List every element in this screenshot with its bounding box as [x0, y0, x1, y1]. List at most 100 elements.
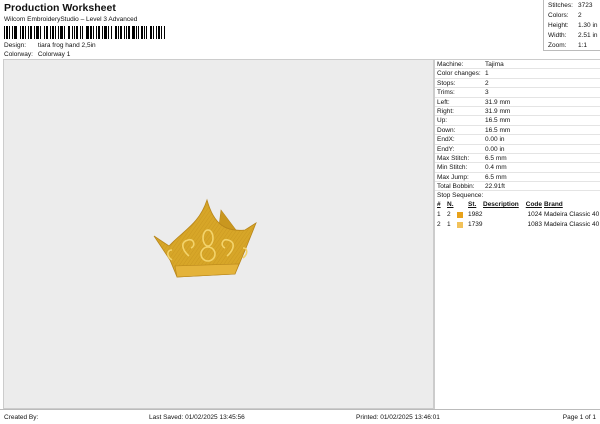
barcode-bar — [102, 26, 103, 39]
barcode-bar — [68, 26, 70, 39]
barcode-bar — [158, 26, 160, 39]
info-row: Trims: 3 — [435, 88, 600, 98]
info-label: Max Stitch: — [437, 154, 470, 162]
info-value: 1 — [485, 70, 489, 78]
printed-date: Printed: 01/02/2025 13:46:01 — [356, 414, 440, 421]
info-label: Down: — [437, 126, 456, 134]
barcode-bar — [90, 26, 92, 39]
barcode-bar — [150, 26, 152, 39]
barcode-bar — [50, 26, 51, 39]
stop-num: 1 — [437, 211, 441, 219]
stat-row: Stitches: 3723 — [548, 2, 600, 12]
barcode-bar — [72, 26, 73, 39]
color-swatch-cell — [457, 210, 468, 220]
page-number: Page 1 of 1 — [562, 414, 596, 421]
barcode-bar — [22, 26, 24, 39]
stop-sequence-header: # N. St. Description Code Brand — [435, 200, 600, 210]
info-row: Up: 16.5 mm — [435, 116, 600, 126]
barcode-bar — [144, 26, 145, 39]
stat-row: Zoom: 1:1 — [548, 42, 600, 52]
stat-label: Height: — [548, 22, 569, 29]
info-label: Right: — [437, 107, 454, 115]
barcode-bar — [98, 26, 100, 39]
col-header: # — [437, 201, 441, 209]
design-label: Design: — [4, 42, 27, 49]
barcode-bar — [30, 26, 32, 39]
info-row: EndY: 0.00 in — [435, 145, 600, 154]
info-row: Stops: 2 — [435, 79, 600, 89]
barcode-bar — [58, 26, 59, 39]
info-value: 31.9 mm — [485, 98, 511, 106]
barcode-bar — [52, 26, 54, 39]
stat-row: Height: 1.30 in — [548, 22, 600, 32]
barcode-bar — [9, 26, 10, 39]
barcode-bar — [161, 26, 162, 39]
barcode-bar — [40, 26, 41, 39]
barcode-bar — [74, 26, 75, 39]
info-label: Machine: — [437, 61, 464, 68]
colorway-line: Colorway: Colorway 1 — [4, 51, 70, 58]
created-by: Created By: — [4, 414, 39, 421]
barcode-bar — [20, 26, 21, 39]
color-swatch — [457, 211, 463, 218]
info-value: 6.5 mm — [485, 173, 507, 181]
barcode-bar — [153, 26, 154, 39]
design-preview — [3, 59, 434, 409]
barcode-bar — [46, 26, 48, 39]
barcode-bar — [86, 26, 89, 39]
barcode-bar — [164, 26, 165, 39]
col-header: N. — [447, 201, 454, 209]
stat-value: 1:1 — [578, 42, 588, 49]
barcode-bar — [104, 26, 107, 39]
design-line: Design: tiara frog hand 2,5in — [4, 42, 96, 49]
design-value: tiara frog hand 2,5in — [37, 42, 96, 49]
col-header — [457, 200, 468, 210]
barcode-bar — [4, 26, 5, 39]
info-row: Min Stitch: 0.4 mm — [435, 163, 600, 173]
barcode-bar — [126, 26, 127, 39]
info-row: Left: 31.9 mm — [435, 98, 600, 107]
barcode-bar — [36, 26, 39, 39]
stitch-count: 1982 — [468, 211, 483, 219]
stat-row: Colors: 2 — [548, 12, 600, 22]
table-row: 2 1 1739 1083 Madeira Classic 40 — [435, 220, 600, 230]
barcode-bar — [64, 26, 65, 39]
barcode-bar — [55, 26, 56, 39]
barcode-bar — [138, 26, 139, 39]
stat-row: Width: 2.51 in — [548, 32, 600, 42]
software-name: Wilcom EmbroideryStudio – Level 3 Advanc… — [4, 16, 138, 23]
description — [483, 210, 524, 220]
color-swatch — [457, 221, 463, 228]
info-label: Stops: — [437, 79, 456, 87]
info-label: Left: — [437, 98, 450, 106]
barcode-bar — [132, 26, 135, 39]
info-row: Right: 31.9 mm — [435, 107, 600, 117]
barcode — [4, 26, 167, 39]
info-value: 16.5 mm — [485, 117, 511, 125]
info-value: 2 — [485, 79, 489, 87]
stop-sequence-title: Stop Sequence: — [437, 192, 484, 200]
barcode-bar — [118, 26, 119, 39]
info-row: Down: 16.5 mm — [435, 126, 600, 136]
info-value: 6.5 mm — [485, 154, 507, 162]
needle-num: 2 — [447, 211, 451, 219]
info-panel: Machine: Tajima Color changes: 1 Stops: 2 T… — [434, 59, 600, 409]
barcode-bar — [44, 26, 45, 39]
barcode-bar — [128, 26, 130, 39]
info-label: Max Jump: — [437, 173, 469, 181]
crown-embroidery-image — [153, 198, 257, 278]
barcode-bar — [115, 26, 117, 39]
color-swatch-cell — [457, 220, 468, 230]
barcode-bar — [136, 26, 137, 39]
info-value: 31.9 mm — [485, 107, 511, 115]
stat-value: 2.51 in — [578, 32, 598, 39]
info-value: 3 — [485, 89, 489, 97]
info-value: 0.00 in — [485, 136, 505, 144]
info-value: 16.5 mm — [485, 126, 511, 134]
barcode-bar — [93, 26, 94, 39]
table-row: 1 2 1982 1024 Madeira Classic 40 — [435, 210, 600, 220]
barcode-bar — [96, 26, 97, 39]
footer: Created By: Last Saved: 01/02/2025 13:45… — [0, 409, 600, 424]
barcode-bar — [82, 26, 83, 39]
info-label: EndX: — [437, 136, 455, 144]
